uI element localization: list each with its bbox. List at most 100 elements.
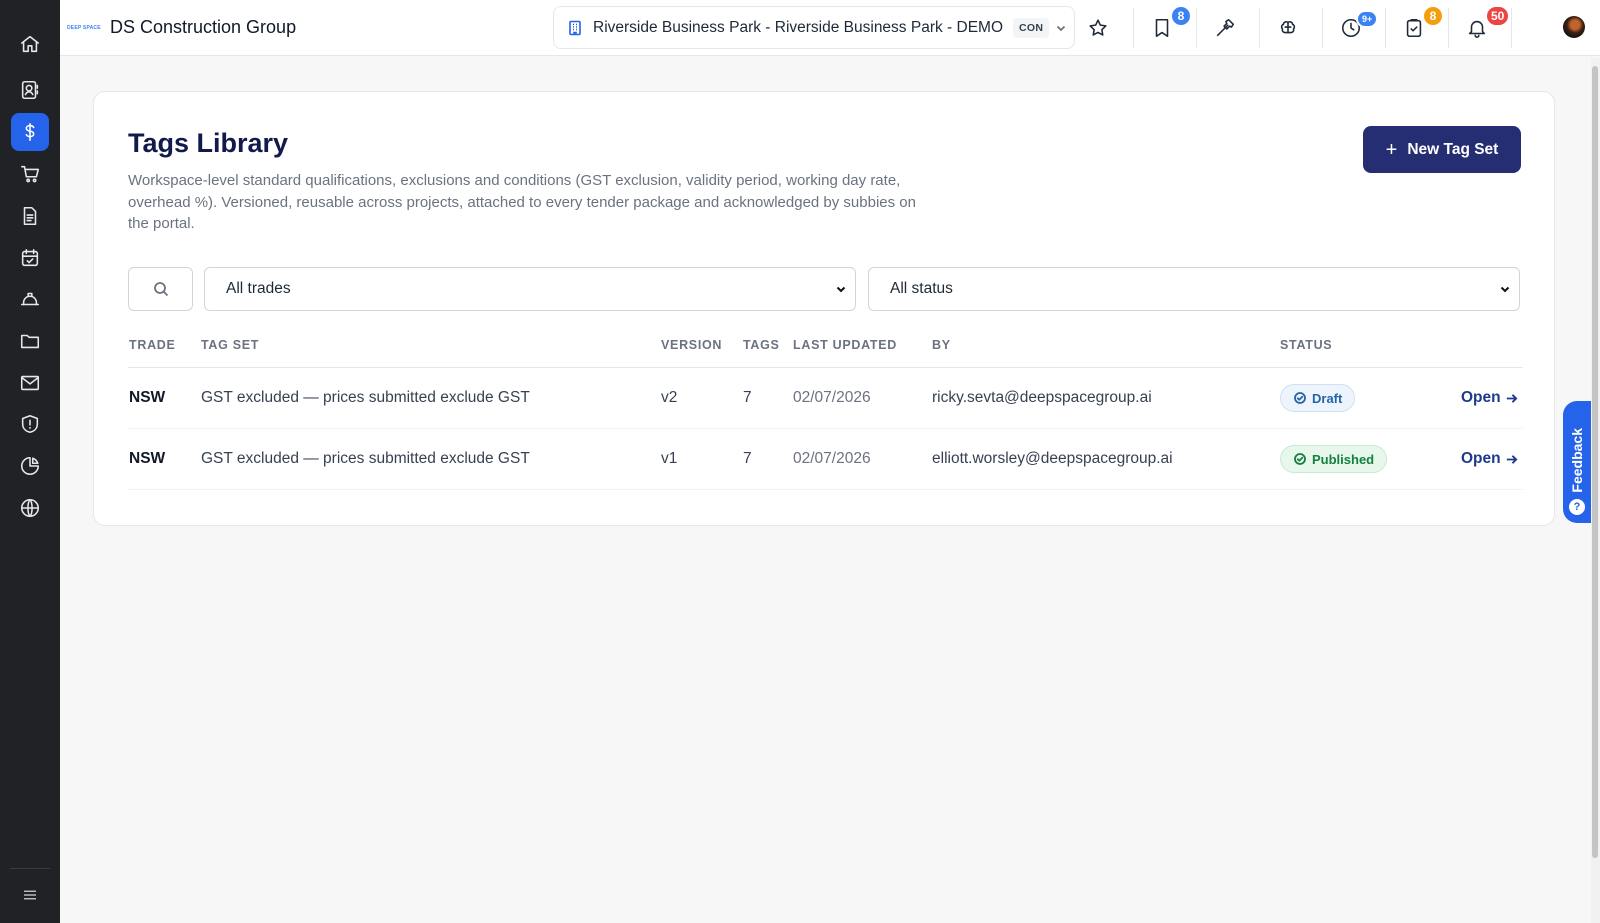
row-last-updated: 02/07/2026 [793, 389, 871, 407]
mail-icon [19, 372, 41, 394]
check-circle-icon [1294, 392, 1306, 404]
row-last-updated: 02/07/2026 [793, 450, 871, 468]
status-badge-label: Published [1312, 452, 1374, 467]
new-tag-set-label: New Tag Set [1407, 141, 1498, 159]
topbar-separator [1385, 8, 1386, 48]
trade-filter-value: All trades [226, 280, 291, 298]
page-description: Workspace-level standard qualifications,… [128, 170, 928, 235]
row-trade: NSW [129, 450, 165, 468]
feedback-label: Feedback [1569, 428, 1585, 493]
row-divider [128, 489, 1523, 490]
folder-icon [19, 330, 41, 352]
building-icon [567, 20, 583, 36]
chevron-down-icon [1499, 283, 1511, 295]
sidebar-item-files[interactable] [11, 322, 49, 360]
sidebar-divider [10, 868, 50, 869]
dollar-icon [19, 121, 41, 143]
topbar-separator [1511, 8, 1512, 48]
row-divider [128, 428, 1523, 429]
row-tag-set[interactable]: GST excluded — prices submitted exclude … [201, 450, 530, 468]
pie-chart-icon [19, 455, 41, 477]
ai-assistant-button[interactable] [1270, 10, 1306, 46]
sidebar-item-procurement[interactable] [11, 155, 49, 193]
brand-logo[interactable]: DEEP SPACE [67, 21, 101, 35]
menu-icon [21, 886, 39, 904]
shield-alert-icon [19, 413, 41, 435]
check-circle-icon [1294, 453, 1306, 465]
sidebar [0, 0, 60, 923]
open-tag-set-link[interactable]: Open [1461, 450, 1518, 468]
project-selector[interactable]: Riverside Business Park - Riverside Busi… [553, 6, 1075, 49]
row-tags-count: 7 [743, 450, 752, 468]
topbar-separator [1259, 8, 1260, 48]
open-link-label: Open [1461, 450, 1501, 468]
new-tag-set-button[interactable]: + New Tag Set [1363, 126, 1521, 173]
status-badge: Draft [1280, 384, 1355, 412]
user-avatar[interactable] [1563, 16, 1585, 38]
cart-icon [19, 163, 41, 185]
tools-button[interactable] [1207, 10, 1243, 46]
project-code-badge: CON [1013, 18, 1049, 38]
history-badge: 9+ [1356, 10, 1378, 28]
search-input[interactable] [128, 267, 193, 311]
arrow-right-icon [1505, 392, 1518, 405]
sidebar-item-mail[interactable] [11, 364, 49, 402]
project-name: Riverside Business Park - Riverside Busi… [593, 19, 1003, 37]
row-version: v1 [661, 450, 677, 468]
bookmark-icon [1151, 17, 1173, 39]
column-header-version: VERSION [661, 338, 722, 352]
contact-book-icon [19, 79, 41, 101]
sidebar-item-compliance[interactable] [11, 405, 49, 443]
notifications-badge: 50 [1485, 5, 1510, 27]
column-header-trade: TRADE [129, 338, 176, 352]
sidebar-item-contacts[interactable] [11, 71, 49, 109]
sidebar-item-finance[interactable] [11, 113, 49, 151]
feedback-tab[interactable]: Feedback ? [1563, 401, 1591, 523]
row-tags-count: 7 [743, 389, 752, 407]
scrollbar-thumb[interactable] [1592, 66, 1598, 858]
hard-hat-icon [19, 288, 41, 310]
calendar-check-icon [19, 247, 41, 269]
hammer-icon [1214, 17, 1236, 39]
arrow-right-icon [1505, 453, 1518, 466]
row-trade: NSW [129, 389, 165, 407]
status-badge: Published [1280, 445, 1387, 473]
row-author: elliott.worsley@deepspacegroup.ai [932, 450, 1173, 468]
column-header-tag-set: TAG SET [201, 338, 259, 352]
column-header-tags: TAGS [743, 338, 780, 352]
table-header-divider [128, 367, 1523, 368]
topbar: DEEP SPACE DS Construction Group Riversi… [60, 0, 1600, 56]
brain-icon [1277, 17, 1299, 39]
sidebar-item-schedule[interactable] [11, 239, 49, 277]
sidebar-item-home[interactable] [11, 25, 49, 63]
favorites-button[interactable] [1080, 10, 1116, 46]
plus-icon: + [1386, 140, 1398, 160]
sidebar-item-portal[interactable] [11, 489, 49, 527]
chevron-down-icon [835, 283, 847, 295]
topbar-separator [1448, 8, 1449, 48]
trade-filter-select[interactable]: All trades [204, 267, 856, 311]
sidebar-collapse-button[interactable] [11, 876, 49, 914]
row-version: v2 [661, 389, 677, 407]
topbar-separator [1322, 8, 1323, 48]
page-title: Tags Library [128, 128, 288, 159]
topbar-separator [1196, 8, 1197, 48]
bookmarks-badge: 8 [1170, 5, 1192, 27]
row-author: ricky.sevta@deepspacegroup.ai [932, 389, 1152, 407]
tags-library-card: Tags Library Workspace-level standard qu… [93, 91, 1555, 526]
sidebar-item-safety[interactable] [11, 280, 49, 318]
sidebar-item-documents[interactable] [11, 197, 49, 235]
status-filter-value: All status [890, 280, 953, 298]
status-filter-select[interactable]: All status [868, 267, 1520, 311]
star-icon [1087, 17, 1109, 39]
workspace-name[interactable]: DS Construction Group [110, 17, 296, 38]
tasks-badge: 8 [1422, 5, 1444, 27]
open-tag-set-link[interactable]: Open [1461, 389, 1518, 407]
open-link-label: Open [1461, 389, 1501, 407]
status-badge-label: Draft [1312, 391, 1342, 406]
row-tag-set[interactable]: GST excluded — prices submitted exclude … [201, 389, 530, 407]
column-header-last-updated: LAST UPDATED [793, 338, 897, 352]
sidebar-item-reports[interactable] [11, 447, 49, 485]
globe-icon [19, 497, 41, 519]
brand-logo-text: DEEP SPACE [67, 25, 101, 31]
